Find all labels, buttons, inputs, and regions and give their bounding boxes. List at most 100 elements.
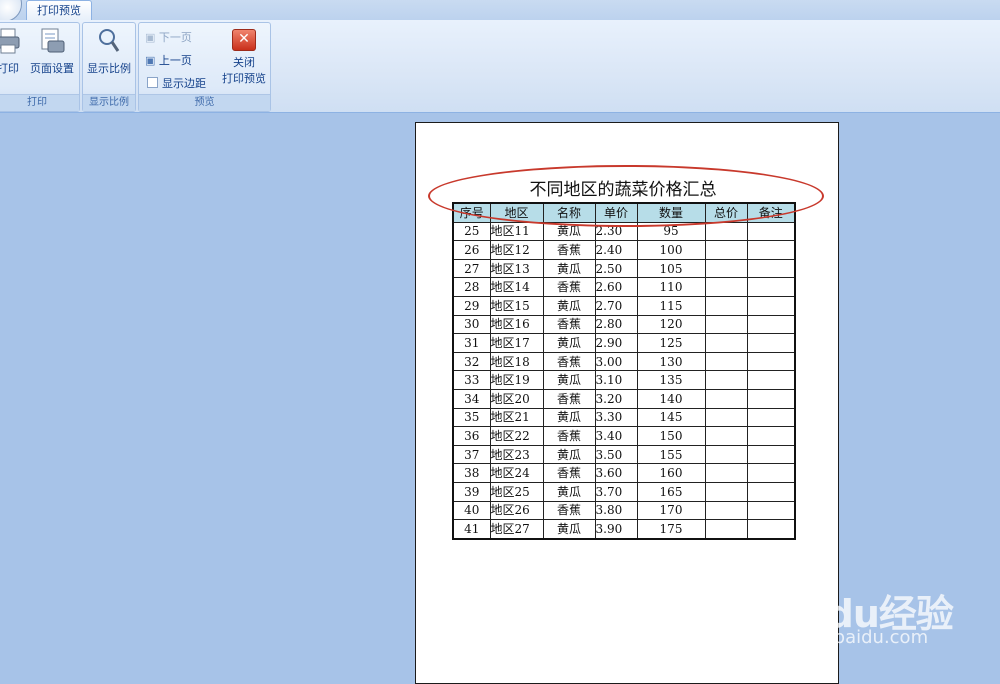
- cell-note: [746, 277, 796, 297]
- col-header-note: 备注: [746, 202, 796, 223]
- cell-note: [746, 444, 796, 465]
- print-button[interactable]: 打印: [0, 27, 21, 76]
- preview-group-label: 预览: [139, 94, 270, 111]
- cell-index: 39: [452, 481, 491, 502]
- cell-name: 香蕉: [542, 388, 596, 409]
- close-preview-button[interactable]: ✕ 关闭 打印预览: [219, 29, 269, 86]
- cell-total: [704, 519, 748, 540]
- cell-region: 地区22: [489, 426, 544, 446]
- cell-name: 黄瓜: [542, 370, 596, 390]
- cell-index: 29: [452, 295, 491, 316]
- cell-unit-price: 2.50: [594, 258, 638, 279]
- cell-name: 香蕉: [542, 500, 596, 521]
- preview-group: ▣ 下一页 ▣ 上一页 显示边距 ✕ 关闭 打印预览 预览: [138, 22, 271, 112]
- table-row: 34 地区20 香蕉 3.20 140: [452, 388, 796, 409]
- cell-region: 地区12: [489, 240, 544, 260]
- prev-page-icon: ▣: [145, 54, 156, 67]
- tab-print-preview[interactable]: 打印预览: [26, 0, 92, 21]
- show-margins-checkbox[interactable]: 显示边距: [147, 75, 206, 91]
- cell-name: 黄瓜: [542, 519, 596, 540]
- prev-page-button[interactable]: ▣ 上一页: [145, 52, 192, 68]
- col-header-name: 名称: [542, 202, 596, 223]
- cell-unit-price: 2.70: [594, 295, 638, 316]
- cell-index: 33: [452, 370, 491, 390]
- cell-name: 香蕉: [542, 463, 596, 483]
- header-row: 序号 地区 名称 单价 数量 总价 备注: [452, 202, 796, 223]
- cell-name: 香蕉: [542, 426, 596, 446]
- cell-index: 34: [452, 388, 491, 409]
- cell-quantity: 130: [636, 351, 706, 372]
- cell-note: [746, 370, 796, 390]
- next-page-icon: ▣: [145, 31, 156, 44]
- page-setup-icon: [41, 28, 65, 53]
- table-row: 37 地区23 黄瓜 3.50 155: [452, 444, 796, 465]
- cell-name: 黄瓜: [542, 444, 596, 465]
- cell-total: [704, 314, 748, 335]
- cell-name: 黄瓜: [542, 333, 596, 353]
- cell-region: 地区24: [489, 463, 544, 483]
- cell-total: [704, 500, 748, 521]
- cell-name: 黄瓜: [542, 221, 596, 242]
- cell-unit-price: 3.20: [594, 388, 638, 409]
- zoom-group: 显示比例 显示比例: [82, 22, 136, 112]
- print-group: 打印 页面设置 打印: [0, 22, 80, 112]
- close-icon: ✕: [232, 29, 256, 51]
- col-header-unit-price: 单价: [594, 202, 638, 223]
- cell-name: 香蕉: [542, 351, 596, 372]
- cell-unit-price: 3.80: [594, 500, 638, 521]
- cell-index: 31: [452, 333, 491, 353]
- cell-note: [746, 240, 796, 260]
- table-row: 36 地区22 香蕉 3.40 150: [452, 426, 796, 446]
- cell-region: 地区27: [489, 519, 544, 540]
- table-row: 27 地区13 黄瓜 2.50 105: [452, 258, 796, 279]
- next-page-button[interactable]: ▣ 下一页: [145, 29, 192, 45]
- cell-unit-price: 3.60: [594, 463, 638, 483]
- cell-note: [746, 314, 796, 335]
- page-setup-button[interactable]: 页面设置: [27, 27, 77, 76]
- cell-note: [746, 295, 796, 316]
- cell-region: 地区16: [489, 314, 544, 335]
- cell-total: [704, 333, 748, 353]
- cell-total: [704, 370, 748, 390]
- cell-quantity: 110: [636, 277, 706, 297]
- cell-note: [746, 258, 796, 279]
- cell-name: 黄瓜: [542, 481, 596, 502]
- cell-quantity: 135: [636, 370, 706, 390]
- table-row: 40 地区26 香蕉 3.80 170: [452, 500, 796, 521]
- cell-note: [746, 407, 796, 428]
- zoom-button[interactable]: 显示比例: [85, 27, 133, 76]
- close-label-line2: 打印预览: [222, 72, 266, 85]
- table-row: 25 地区11 黄瓜 2.30 95: [452, 221, 796, 242]
- cell-quantity: 175: [636, 519, 706, 540]
- cell-quantity: 105: [636, 258, 706, 279]
- cell-index: 41: [452, 519, 491, 540]
- table-row: 28 地区14 香蕉 2.60 110: [452, 277, 796, 297]
- next-page-label: 下一页: [158, 31, 192, 44]
- data-table: 序号 地区 名称 单价 数量 总价 备注 25 地区11 黄瓜 2.30 95 26 地区1…: [452, 202, 796, 540]
- cell-total: [704, 351, 748, 372]
- office-button[interactable]: [0, 0, 22, 22]
- watermark-url: jingyan.baidu.com: [762, 627, 929, 648]
- cell-index: 26: [452, 240, 491, 260]
- show-margins-label: 显示边距: [162, 77, 206, 90]
- table-row: 32 地区18 香蕉 3.00 130: [452, 351, 796, 372]
- cell-index: 28: [452, 277, 491, 297]
- cell-note: [746, 388, 796, 409]
- cell-region: 地区26: [489, 500, 544, 521]
- cell-name: 香蕉: [542, 314, 596, 335]
- cell-quantity: 145: [636, 407, 706, 428]
- cell-quantity: 120: [636, 314, 706, 335]
- cell-index: 37: [452, 444, 491, 465]
- table-row: 31 地区17 黄瓜 2.90 125: [452, 333, 796, 353]
- cell-quantity: 100: [636, 240, 706, 260]
- cell-quantity: 140: [636, 388, 706, 409]
- printer-icon: [0, 28, 20, 54]
- print-group-label: 打印: [0, 94, 79, 111]
- table-row: 35 地区21 黄瓜 3.30 145: [452, 407, 796, 428]
- checkbox-icon: [147, 77, 158, 88]
- col-header-region: 地区: [489, 202, 544, 223]
- cell-unit-price: 2.30: [594, 221, 638, 242]
- col-header-total: 总价: [704, 202, 748, 223]
- page-setup-label: 页面设置: [30, 62, 74, 75]
- cell-unit-price: 3.90: [594, 519, 638, 540]
